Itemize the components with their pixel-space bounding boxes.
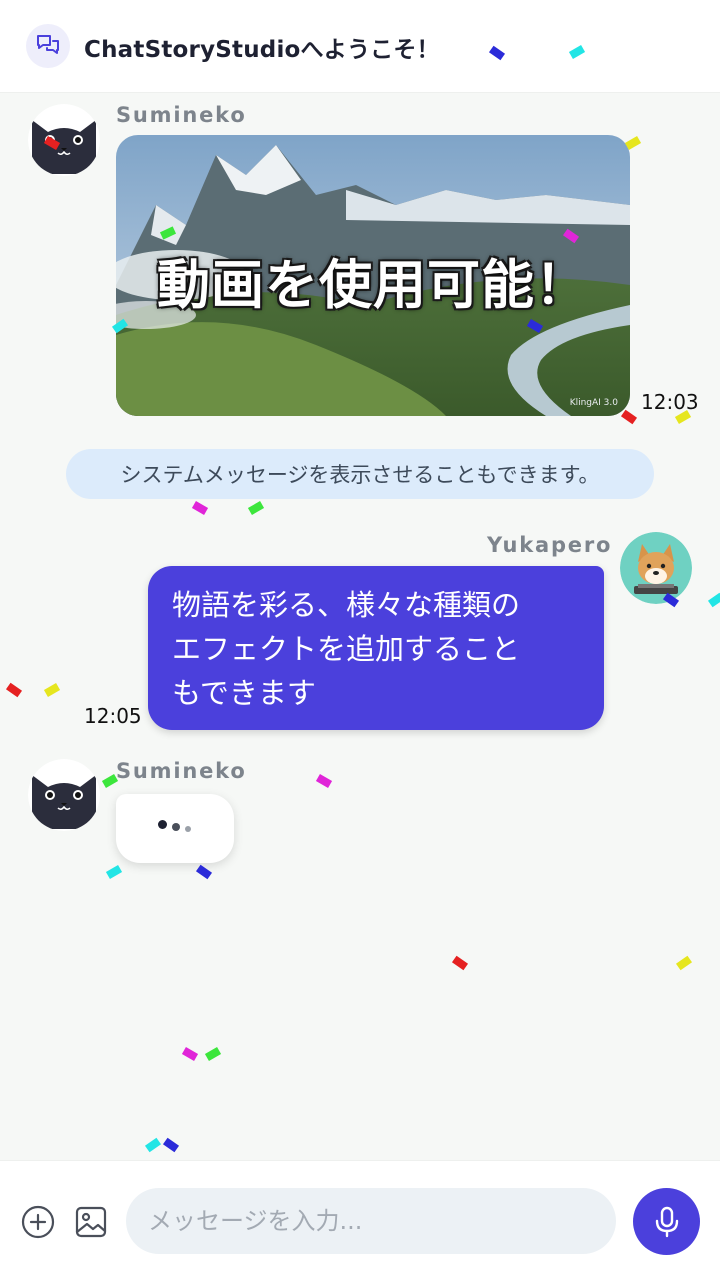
- image-icon[interactable]: [73, 1204, 109, 1240]
- mic-icon: [655, 1206, 678, 1237]
- message-time: 12:03: [641, 390, 699, 414]
- app-title: ChatStoryStudioへようこそ！: [84, 37, 440, 63]
- message-input[interactable]: [126, 1188, 616, 1254]
- app-header: ChatStoryStudioへようこそ！: [0, 0, 720, 93]
- message-time: 12:05: [84, 704, 142, 728]
- message-line: エフェクトを追加すること: [172, 632, 521, 666]
- video-caption: 動画を使用可能！: [157, 255, 589, 316]
- yukapero-avatar[interactable]: [620, 532, 692, 604]
- mic-button[interactable]: [633, 1188, 700, 1255]
- message-line: もできます: [172, 676, 316, 710]
- chat-bubbles-icon: [26, 24, 70, 68]
- video-watermark: KlingAI 3.0: [569, 398, 618, 408]
- typing-dot: [158, 820, 167, 829]
- typing-dot: [185, 826, 191, 832]
- sender-name: Sumineko: [116, 759, 247, 783]
- system-message: システムメッセージを表示させることもできます。: [66, 449, 654, 499]
- sender-name: Yukapero: [487, 533, 613, 557]
- add-circle-icon[interactable]: [20, 1204, 56, 1240]
- typing-indicator: [116, 794, 234, 863]
- sumineko-avatar[interactable]: [28, 759, 100, 831]
- video-message[interactable]: 動画を使用可能！ KlingAI 3.0: [116, 135, 630, 416]
- typing-dot: [172, 823, 180, 831]
- sender-name: Sumineko: [116, 103, 247, 127]
- message-line: 物語を彩る、様々な種類の: [172, 588, 521, 622]
- message-composer: [0, 1160, 720, 1281]
- outgoing-message-bubble[interactable]: 物語を彩る、様々な種類の エフェクトを追加すること もできます: [148, 566, 604, 730]
- sumineko-avatar[interactable]: [28, 104, 100, 176]
